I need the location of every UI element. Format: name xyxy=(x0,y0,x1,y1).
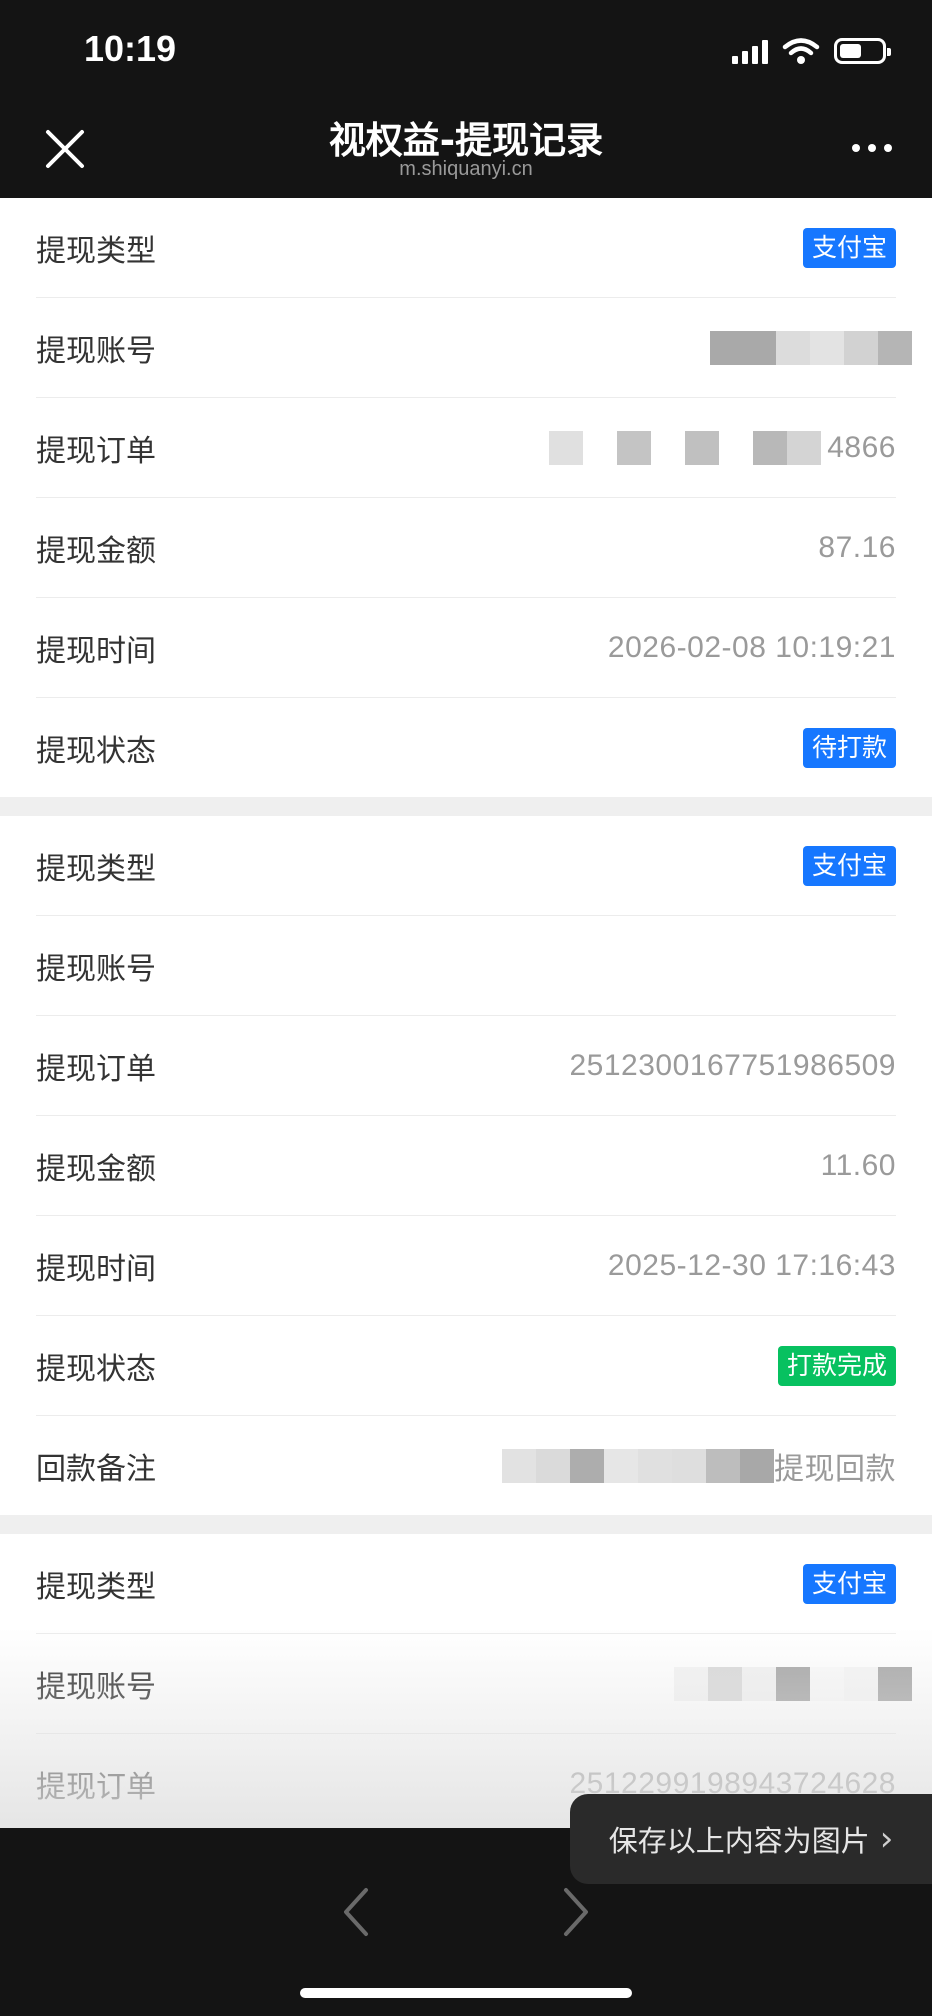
record-row-status: 提现状态 待打款 xyxy=(36,698,896,797)
wifi-icon xyxy=(782,38,820,64)
save-as-image-label: 保存以上内容为图片 xyxy=(608,1824,870,1858)
status-bar: 10:19 xyxy=(0,0,932,100)
page-domain: m.shiquanyi.cn xyxy=(399,158,533,180)
record-label: 提现状态 xyxy=(36,733,156,769)
forward-icon[interactable] xyxy=(556,1882,596,1942)
withdraw-records: 提现类型 支付宝 提现账号 提现订单 4866 提现金额 87.16 提现时间 … xyxy=(0,198,932,1828)
record-row-type: 提现类型 支付宝 xyxy=(36,1534,896,1634)
redacted-remark xyxy=(502,1448,774,1483)
status-badge: 打款完成 xyxy=(777,1345,896,1386)
home-indicator[interactable] xyxy=(300,1988,632,1998)
remark-value: 提现回款 xyxy=(774,1452,896,1486)
record-label: 提现类型 xyxy=(36,233,156,269)
record-label: 提现订单 xyxy=(36,1769,156,1805)
cellular-signal-icon xyxy=(732,38,768,64)
nav-bar: 视权益-提现记录 m.shiquanyi.cn xyxy=(0,100,932,198)
chevron-right-icon: › xyxy=(879,1819,894,1859)
record-label: 提现金额 xyxy=(36,1151,156,1187)
order-number: 4866 xyxy=(827,430,896,464)
record-row-account: 提现账号 xyxy=(36,298,912,398)
record-label: 提现订单 xyxy=(36,433,156,469)
redacted-account xyxy=(674,1666,912,1701)
record-label: 提现类型 xyxy=(36,1569,156,1605)
redacted-order xyxy=(549,430,822,465)
record-row-time: 提现时间 2025-12-30 17:16:43 xyxy=(36,1216,896,1316)
payment-type-badge: 支付宝 xyxy=(802,1563,896,1604)
status-icons xyxy=(732,34,891,68)
amount-value: 87.16 xyxy=(818,530,896,564)
record-label: 提现订单 xyxy=(36,1051,156,1087)
record-label: 提现账号 xyxy=(36,951,156,987)
record-label: 回款备注 xyxy=(36,1451,156,1487)
record-row-account: 提现账号 xyxy=(36,1634,912,1734)
record-label: 提现状态 xyxy=(36,1351,156,1387)
record-row-order: 提现订单 4866 xyxy=(36,398,896,498)
more-options-icon[interactable] xyxy=(852,144,892,152)
record-row-type: 提现类型 支付宝 xyxy=(36,816,896,916)
redacted-account xyxy=(710,330,912,365)
record-row-type: 提现类型 支付宝 xyxy=(36,198,896,298)
time-value: 2025-12-30 17:16:43 xyxy=(607,1248,896,1282)
payment-type-badge: 支付宝 xyxy=(802,845,896,886)
record-row-time: 提现时间 2026-02-08 10:19:21 xyxy=(36,598,896,698)
record-row-status: 提现状态 打款完成 xyxy=(36,1316,896,1416)
status-badge: 待打款 xyxy=(802,727,896,768)
record-card: 提现类型 支付宝 提现账号 提现订单 251229919894372​4628 xyxy=(0,1534,932,1828)
order-number: 251230016775198​6509 xyxy=(569,1048,896,1082)
record-row-account: 提现账号 xyxy=(36,916,896,1016)
record-row-order: 提现订单 251230016775198​6509 xyxy=(36,1016,896,1116)
record-label: 提现类型 xyxy=(36,851,156,887)
page-title: 视权益-提现记录 xyxy=(328,119,604,162)
time-value: 2026-02-08 10:19:21 xyxy=(607,630,896,664)
battery-icon xyxy=(834,38,891,64)
record-card: 提现类型 支付宝 提现账号 提现订单 4866 提现金额 87.16 提现时间 … xyxy=(0,198,932,797)
payment-type-badge: 支付宝 xyxy=(802,227,896,268)
record-label: 提现时间 xyxy=(36,1251,156,1287)
record-label: 提现金额 xyxy=(36,533,156,569)
save-as-image-button[interactable]: 保存以上内容为图片 › xyxy=(570,1794,932,1884)
back-icon[interactable] xyxy=(336,1882,376,1942)
record-card: 提现类型 支付宝 提现账号 提现订单 251230016775198​6509 … xyxy=(0,816,932,1515)
status-time: 10:19 xyxy=(84,28,177,69)
record-row-amount: 提现金额 11.60 xyxy=(36,1116,896,1216)
record-label: 提现账号 xyxy=(36,1669,156,1705)
amount-value: 11.60 xyxy=(820,1148,896,1182)
record-row-remark: 回款备注 提现回款 xyxy=(36,1416,896,1515)
record-row-amount: 提现金额 87.16 xyxy=(36,498,896,598)
record-label: 提现账号 xyxy=(36,333,156,369)
record-label: 提现时间 xyxy=(36,633,156,669)
